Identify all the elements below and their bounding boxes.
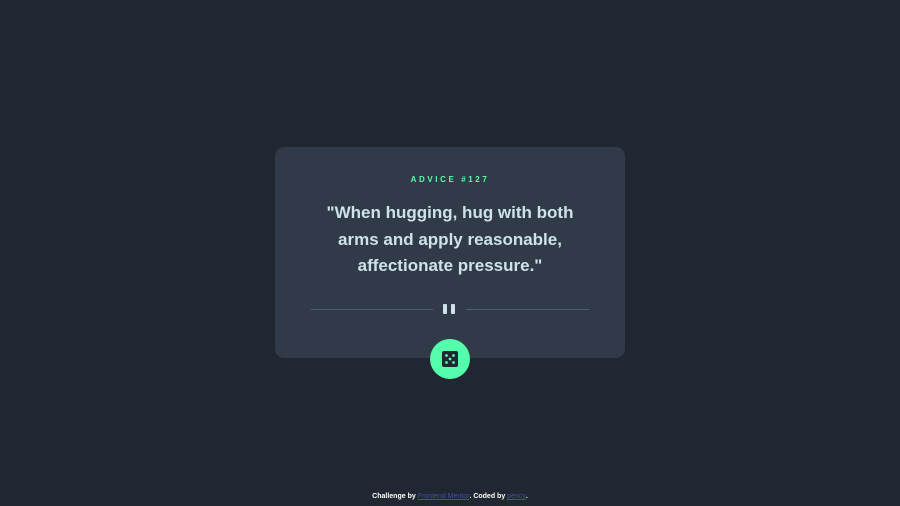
divider-line-left [311, 309, 433, 310]
divider [311, 304, 589, 314]
advice-number: ADVICE #127 [410, 175, 490, 184]
divider-line-right [466, 309, 589, 310]
new-advice-button[interactable] [430, 339, 470, 379]
advice-quote: "When hugging, hug with both arms and ap… [326, 203, 574, 275]
author-link[interactable]: pericy [507, 493, 526, 500]
pause-icon [443, 304, 456, 314]
attribution-prefix: Challenge by [372, 493, 418, 500]
frontend-mentor-link[interactable]: Frontend Mentor [418, 493, 470, 500]
attribution-middle: . Coded by [469, 493, 508, 500]
advice-card: ADVICE #127 "When hugging, hug with both… [275, 147, 625, 358]
dice-icon [442, 351, 458, 367]
pause-bar-left [443, 304, 447, 314]
attribution: Challenge by Frontend Mentor. Coded by p… [0, 493, 900, 500]
attribution-suffix: . [525, 493, 528, 500]
pause-bar-right [451, 304, 455, 314]
